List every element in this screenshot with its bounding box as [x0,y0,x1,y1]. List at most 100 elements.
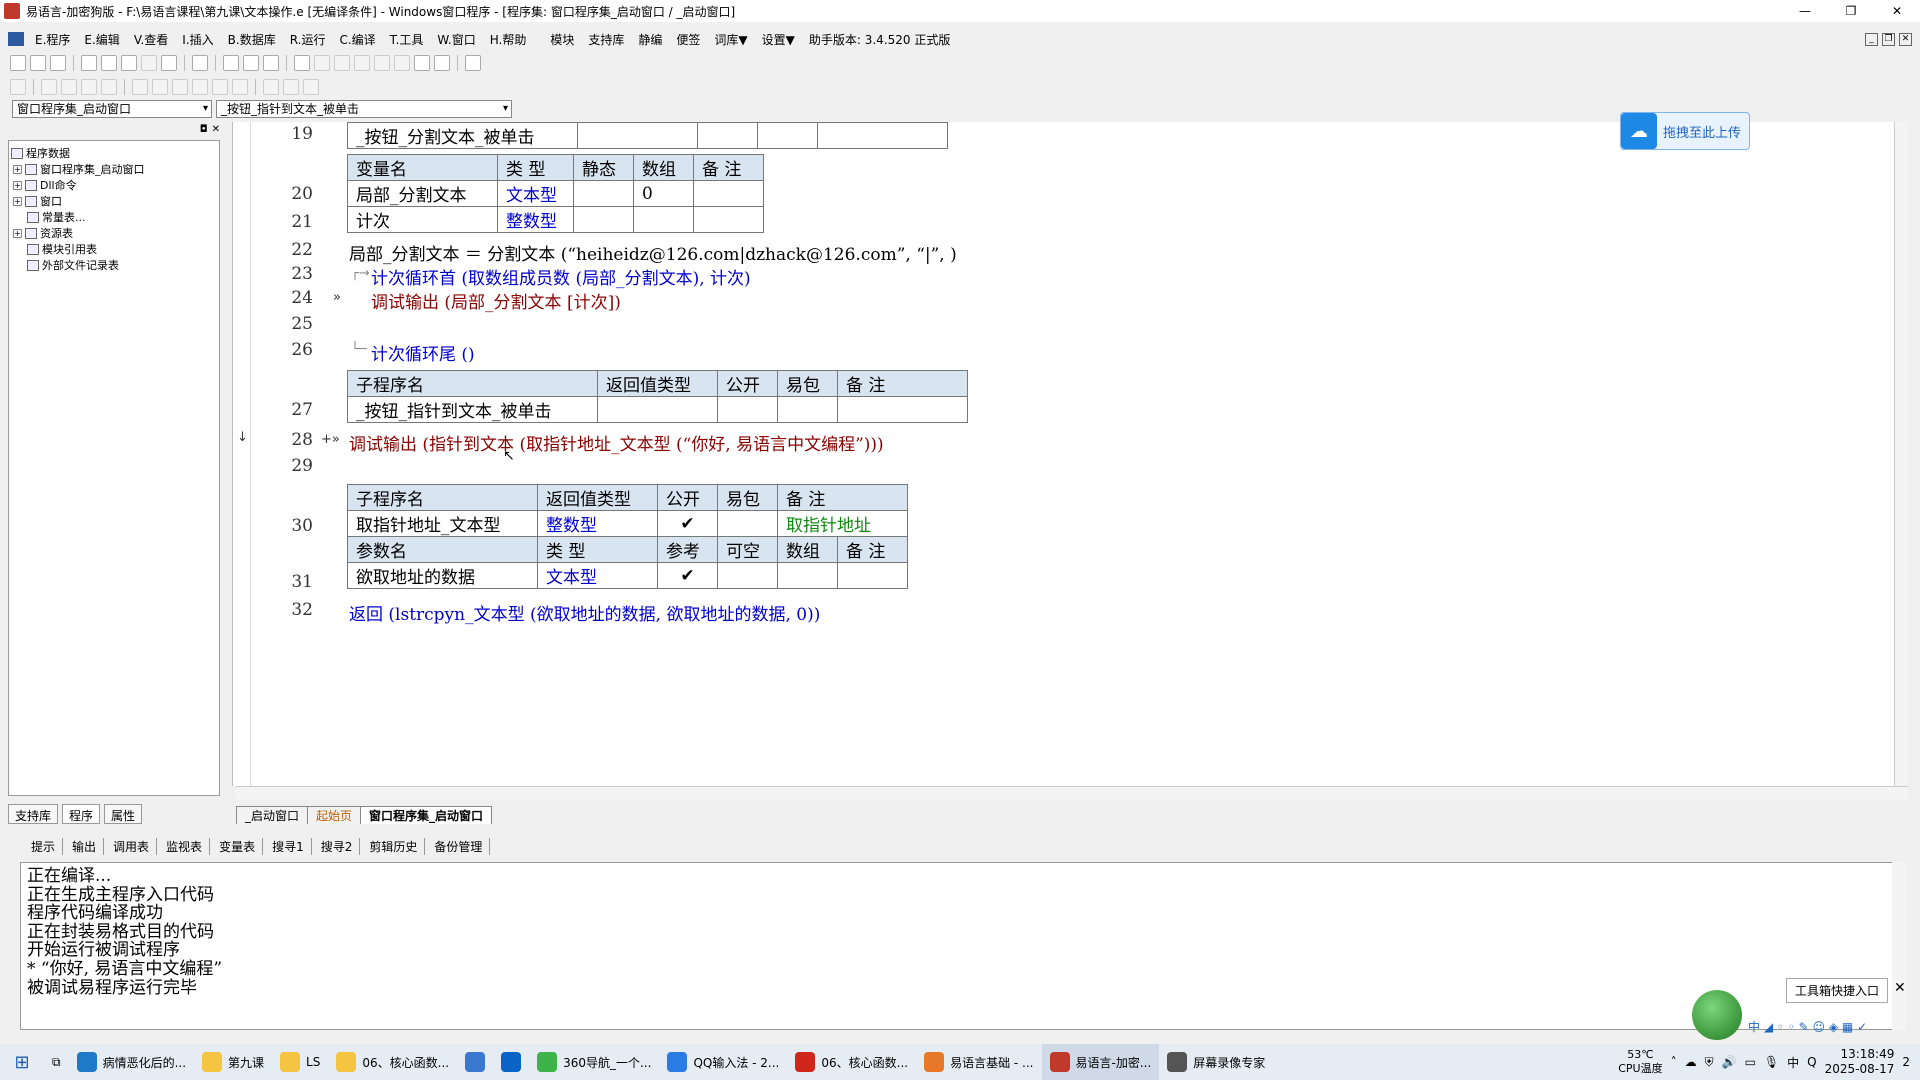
assistant-avatar[interactable] [1692,990,1742,1040]
run-icon[interactable] [294,55,310,71]
taskbar-item[interactable] [457,1044,493,1080]
align-top-icon[interactable] [81,79,97,95]
size-h-icon[interactable] [283,79,299,95]
cpu-temp[interactable]: 53℃ CPU温度 [1618,1048,1662,1076]
sidebar-close-icon[interactable]: ✕ [212,124,220,138]
code-line-24[interactable]: 调试输出 (局部_分割文本 [计次]) [371,288,621,313]
taskbar-item[interactable]: QQ输入法 - 2... [659,1044,787,1080]
code-line-28[interactable]: 调试输出 (指针到文本 (取指针地址_文本型 (“你好, 易语言中文编程”))) [349,430,884,455]
ime-icon[interactable]: 中 [1787,1054,1799,1071]
notification-count[interactable]: 2 [1902,1055,1910,1069]
sub-name-cell[interactable]: _按钮_指针到文本_被单击 [347,396,598,423]
tab-hint[interactable]: 提示 [24,837,64,855]
align-right-icon[interactable] [61,79,77,95]
menu-notes[interactable]: 便签 [669,31,707,48]
tab-assembly[interactable]: 窗口程序集_启动窗口 [360,806,493,824]
clock[interactable]: 13:18:49 2025-08-17 [1825,1047,1895,1077]
taskbar-item[interactable]: 易语言-加密... [1041,1044,1160,1080]
var-name-cell[interactable]: 局部_分割文本 [347,180,498,207]
tree-item-resources[interactable]: + 资源表 [13,225,73,241]
code-line-26[interactable]: 计次循环尾 () [371,340,475,365]
menu-edit[interactable]: E.编辑 [77,31,126,48]
align-left-icon[interactable] [41,79,57,95]
menu-support-lib[interactable]: 支持库 [581,31,631,48]
code-line-32[interactable]: 返回 (lstrcpyn_文本型 (欲取地址的数据, 欲取地址的数据, 0)) [349,600,820,625]
new-file-icon[interactable] [10,55,26,71]
step-out-icon[interactable] [374,55,390,71]
qq-tray-icon[interactable]: Q [1807,1055,1816,1069]
layout2-icon[interactable] [243,55,259,71]
toolbox-close-icon[interactable]: ✕ [1894,980,1906,996]
helper-icon[interactable] [465,55,481,71]
code-line-22[interactable]: 局部_分割文本 ＝ 分割文本 (“heiheidz@126.com|dzhack… [349,240,957,265]
var-type-cell[interactable]: 整数型 [497,206,574,233]
tab-properties[interactable]: 属性 [104,804,143,824]
open-file-icon[interactable] [30,55,46,71]
undo-icon[interactable] [161,55,177,71]
public-check-icon[interactable]: ✔ [657,510,718,537]
tab-search1[interactable]: 搜寻1 [265,837,312,855]
var-name-cell[interactable]: 计次 [347,206,498,233]
assembly-select[interactable]: 窗口程序集_启动窗口 [12,100,212,118]
mic-icon[interactable]: 🎙 [1764,1055,1779,1069]
editor-vertical-scrollbar[interactable] [1894,122,1908,786]
tab-start-window[interactable]: _启动窗口 [236,806,309,824]
taskbar-item[interactable]: 第九课 [194,1044,272,1080]
menu-module[interactable]: 模块 [543,31,581,48]
center-h-icon[interactable] [132,79,148,95]
space-v-icon[interactable] [232,79,248,95]
tree-item-assembly[interactable]: + 窗口程序集_启动窗口 [13,161,145,177]
tab-program[interactable]: 程序 [62,804,101,824]
taskbar-item[interactable] [493,1044,529,1080]
taskbar-item[interactable]: 病情恶化后的... [69,1044,194,1080]
tab-watch[interactable]: 监视表 [159,837,211,855]
menu-insert[interactable]: I.插入 [175,31,220,48]
step-over-icon[interactable] [394,55,410,71]
close-button[interactable]: ✕ [1874,0,1920,22]
tray-chevron-icon[interactable]: ˄ [1671,1055,1677,1069]
tab-call-stack[interactable]: 调用表 [106,837,158,855]
code-line-23[interactable]: 计次循环首 (取数组成员数 (局部_分割文本), 计次) [371,264,751,289]
sub-name-cell[interactable]: 取指针地址_文本型 [347,510,538,537]
size-w-icon[interactable] [263,79,279,95]
minimize-button[interactable]: — [1782,0,1828,22]
task-view-icon[interactable]: ⧉ [44,1044,69,1080]
sub-name-cell[interactable]: _按钮_分割文本_被单击 [347,122,578,149]
expand-icon[interactable]: + [13,196,22,206]
editor-horizontal-scrollbar[interactable] [236,786,1908,800]
output-panel[interactable]: 正在编译... 正在生成主程序入口代码 程序代码编译成功 正在封装易格式目的代码… [20,862,1900,1030]
redo-icon[interactable] [141,55,157,71]
tree-item-constants[interactable]: 常量表... [27,209,86,225]
taskbar-item[interactable]: LS [272,1044,328,1080]
tab-search2[interactable]: 搜寻2 [314,837,361,855]
tab-backup[interactable]: 备份管理 [427,837,491,855]
menu-view[interactable]: V.查看 [127,31,175,48]
param-type-cell[interactable]: 文本型 [537,562,658,589]
tree-item-external-files[interactable]: 外部文件记录表 [27,257,119,273]
ime-toolbar[interactable]: 中 ◢ ◦ ◦ ✎ ☺ ◈ ▦ ✓ [1748,1018,1867,1035]
tree-root[interactable]: 程序数据 [11,145,70,161]
menu-lexicon[interactable]: 词库▼ [707,31,754,48]
center-v-icon[interactable] [152,79,168,95]
windows-start-icon[interactable]: ⊞ [0,1044,44,1080]
mdi-close-icon[interactable]: ✕ [1899,32,1912,46]
output-scrollbar[interactable] [1892,862,1906,1030]
paste-icon[interactable] [121,55,137,71]
cut-icon[interactable] [81,55,97,71]
taskbar-item[interactable]: 06、核心函数... [787,1044,916,1080]
return-type-cell[interactable]: 整数型 [537,510,658,537]
same-width-icon[interactable] [172,79,188,95]
cloud-tray-icon[interactable]: ☁ [1685,1055,1697,1069]
taskbar-item[interactable]: 360导航_一个... [529,1044,659,1080]
save-icon[interactable] [50,55,66,71]
tab-clip-history[interactable]: 剪辑历史 [362,837,426,855]
layout3-icon[interactable] [263,55,279,71]
sub-comment-cell[interactable]: 取指针地址 [777,510,908,537]
taskbar-item[interactable]: 易语言基础 - ... [916,1044,1041,1080]
network-icon[interactable]: ▭ [1745,1055,1756,1069]
same-height-icon[interactable] [192,79,208,95]
stop-icon[interactable] [314,55,330,71]
tab-output[interactable]: 输出 [65,837,105,855]
menu-help[interactable]: H.帮助 [483,31,534,48]
shield-icon[interactable]: ⛨ [1705,1055,1714,1070]
